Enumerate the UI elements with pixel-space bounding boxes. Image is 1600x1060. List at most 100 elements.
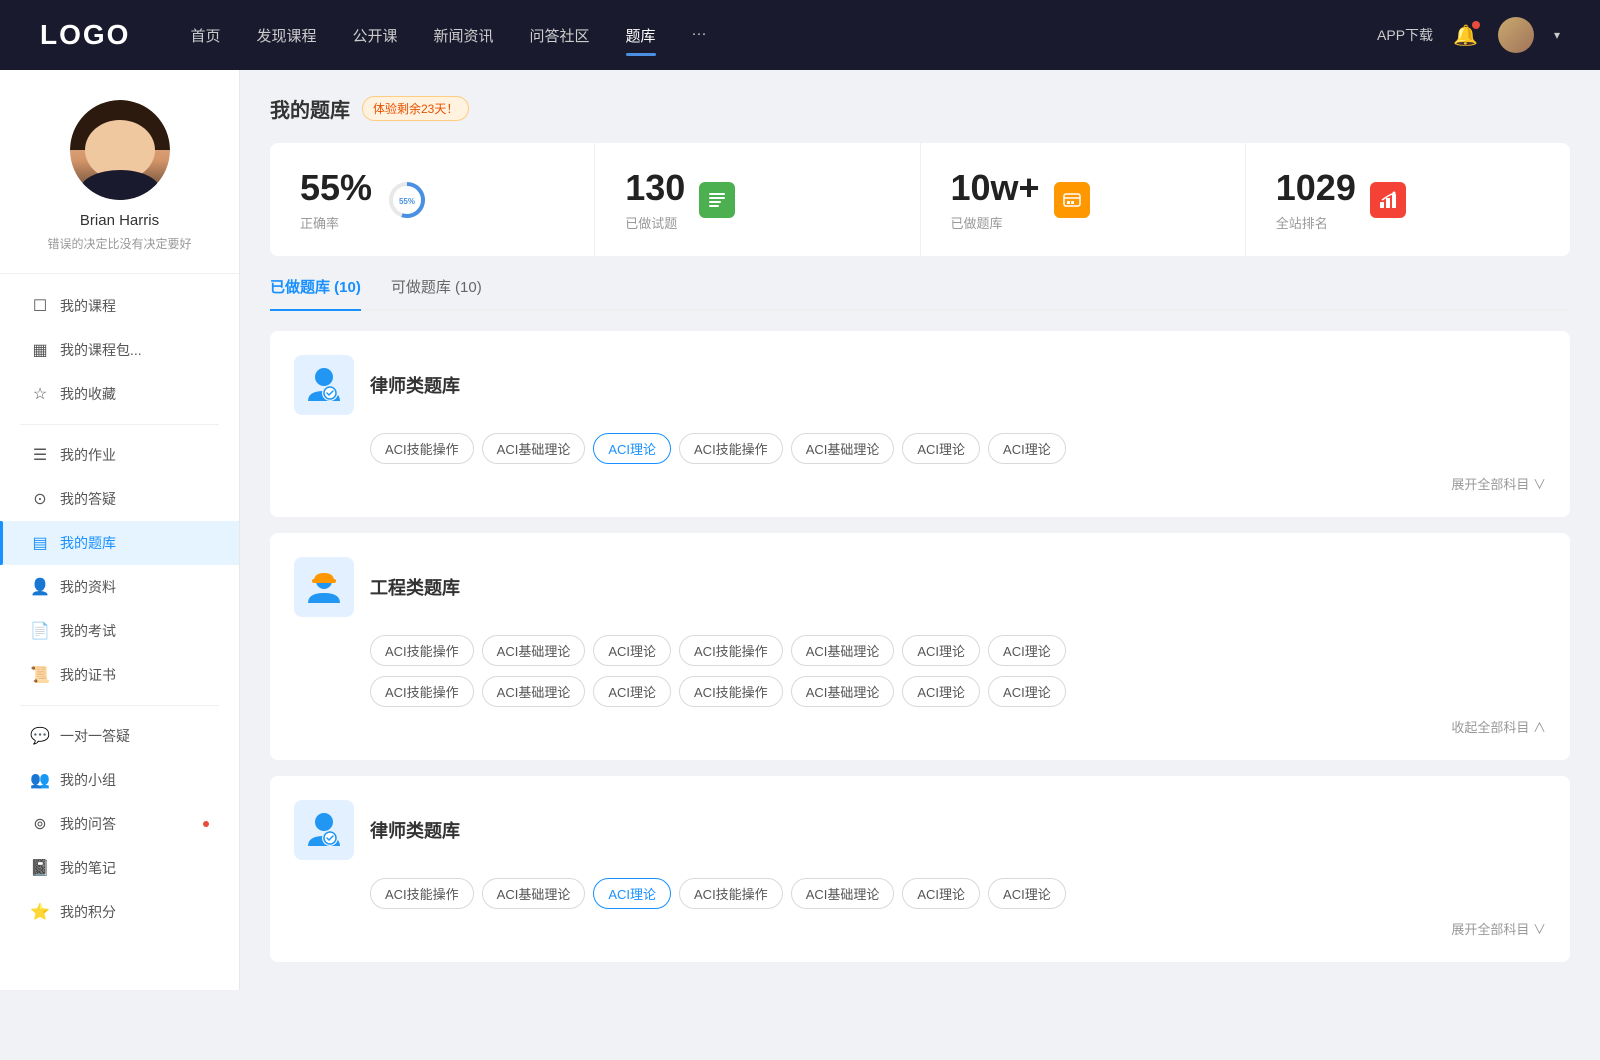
menu-label-group: 我的小组 [60,770,209,790]
menu-item-notes[interactable]: 📓 我的笔记 [0,846,239,890]
menu-label-answers: 我的答疑 [60,489,209,509]
navbar-logo: LOGO [40,19,130,51]
tag-lawyer-2-5[interactable]: ACI基础理论 [791,878,895,909]
stat-banks-label: 已做题库 [951,213,1040,232]
collapse-link-engineer[interactable]: 收起全部科目 ∧ [294,717,1546,736]
tag-lawyer-2-7[interactable]: ACI理论 [988,878,1066,909]
nav-home[interactable]: 首页 [190,21,220,50]
accuracy-chart: 55% [386,179,428,221]
tag-lawyer-2-2[interactable]: ACI基础理论 [482,878,586,909]
tag-engineer-1-3[interactable]: ACI理论 [593,635,671,666]
tag-engineer-1-5[interactable]: ACI基础理论 [791,635,895,666]
menu-item-points[interactable]: ⭐ 我的积分 [0,890,239,934]
tag-engineer-2-5[interactable]: ACI基础理论 [791,676,895,707]
stat-accuracy: 55% 正确率 55% [270,143,595,256]
profile-icon: 👤 [30,577,50,597]
menu-item-favorites[interactable]: ☆ 我的收藏 [0,372,239,416]
menu-label-qbank: 我的题库 [60,533,209,553]
navbar-nav: 首页 发现课程 公开课 新闻资讯 问答社区 题库 ··· [190,21,1377,50]
nav-news[interactable]: 新闻资讯 [434,21,494,50]
tag-engineer-2-6[interactable]: ACI理论 [902,676,980,707]
tag-engineer-2-1[interactable]: ACI技能操作 [370,676,474,707]
qbank-header-3: 律师类题库 [294,800,1546,860]
nav-qa[interactable]: 问答社区 [530,21,590,50]
nav-more[interactable]: ··· [692,21,707,50]
expand-link-lawyer-2[interactable]: 展开全部科目 ∨ [294,919,1546,938]
sidebar-menu: ☐ 我的课程 ▦ 我的课程包... ☆ 我的收藏 ☰ 我的作业 ⊙ 我的答疑 ▤ [0,274,239,944]
tag-engineer-2-4[interactable]: ACI技能操作 [679,676,783,707]
tab-done-banks[interactable]: 已做题库 (10) [270,276,361,309]
menu-label-profile: 我的资料 [60,577,209,597]
tab-available-banks[interactable]: 可做题库 (10) [391,276,482,309]
menu-divider-1 [20,424,219,425]
stat-questions-value: 130 [625,167,685,209]
tag-lawyer-1-7[interactable]: ACI理论 [988,433,1066,464]
avatar[interactable] [1498,17,1534,53]
profile-avatar [70,100,170,200]
notification-icon[interactable]: 🔔 [1453,23,1478,48]
qbank-header-2: 工程类题库 [294,557,1546,617]
banks-icon [1054,182,1090,218]
menu-item-homework[interactable]: ☰ 我的作业 [0,433,239,477]
tutoring-icon: 💬 [30,726,50,746]
tag-lawyer-1-2[interactable]: ACI基础理论 [482,433,586,464]
menu-label-tutoring: 一对一答疑 [60,726,209,746]
menu-item-questions[interactable]: ⊚ 我的问答 [0,802,239,846]
tag-engineer-2-3[interactable]: ACI理论 [593,676,671,707]
notes-icon: 📓 [30,858,50,878]
menu-item-qbank[interactable]: ▤ 我的题库 [0,521,239,565]
app-download-link[interactable]: APP下载 [1377,25,1433,45]
tag-engineer-1-6[interactable]: ACI理论 [902,635,980,666]
qbank-icon-engineer [294,557,354,617]
tag-lawyer-1-1[interactable]: ACI技能操作 [370,433,474,464]
tag-lawyer-2-6[interactable]: ACI理论 [902,878,980,909]
tag-engineer-1-2[interactable]: ACI基础理论 [482,635,586,666]
nav-discover[interactable]: 发现课程 [256,21,316,50]
homework-icon: ☰ [30,445,50,465]
menu-item-exam[interactable]: 📄 我的考试 [0,609,239,653]
nav-open-course[interactable]: 公开课 [352,21,397,50]
menu-label-course-package: 我的课程包... [60,340,209,360]
stat-questions-done: 130 已做试题 [595,143,920,256]
user-name: Brian Harris [80,212,159,229]
svg-text:55%: 55% [399,197,415,206]
tag-engineer-1-4[interactable]: ACI技能操作 [679,635,783,666]
tag-lawyer-1-6[interactable]: ACI理论 [902,433,980,464]
tag-lawyer-2-4[interactable]: ACI技能操作 [679,878,783,909]
stat-accuracy-value: 55% [300,167,372,209]
tag-lawyer-1-3-active[interactable]: ACI理论 [593,433,671,464]
tag-lawyer-2-3-active[interactable]: ACI理论 [593,878,671,909]
menu-item-profile[interactable]: 👤 我的资料 [0,565,239,609]
tag-engineer-1-7[interactable]: ACI理论 [988,635,1066,666]
tag-lawyer-1-5[interactable]: ACI基础理论 [791,433,895,464]
menu-label-questions: 我的问答 [60,814,189,834]
menu-item-certificate[interactable]: 📜 我的证书 [0,653,239,697]
menu-item-my-courses[interactable]: ☐ 我的课程 [0,284,239,328]
stat-rank-label: 全站排名 [1276,213,1356,232]
page-container: Brian Harris 错误的决定比没有决定要好 ☐ 我的课程 ▦ 我的课程包… [0,70,1600,990]
tag-lawyer-2-1[interactable]: ACI技能操作 [370,878,474,909]
qbank-icon-lawyer-1 [294,355,354,415]
rank-icon [1370,182,1406,218]
menu-item-answers[interactable]: ⊙ 我的答疑 [0,477,239,521]
user-menu-caret[interactable]: ▾ [1554,28,1560,42]
tag-engineer-2-7[interactable]: ACI理论 [988,676,1066,707]
tag-engineer-1-1[interactable]: ACI技能操作 [370,635,474,666]
group-icon: 👥 [30,770,50,790]
answers-icon: ⊙ [30,489,50,509]
course-package-icon: ▦ [30,340,50,360]
stat-rank-value: 1029 [1276,167,1356,209]
tag-engineer-2-2[interactable]: ACI基础理论 [482,676,586,707]
page-title-bar: 我的题库 体验剩余23天！ [270,94,1570,123]
menu-item-group[interactable]: 👥 我的小组 [0,758,239,802]
tag-lawyer-1-4[interactable]: ACI技能操作 [679,433,783,464]
tags-row-lawyer-2: ACI技能操作 ACI基础理论 ACI理论 ACI技能操作 ACI基础理论 AC… [370,878,1546,909]
nav-qbank[interactable]: 题库 [626,21,656,50]
qbank-card-lawyer-2: 律师类题库 ACI技能操作 ACI基础理论 ACI理论 ACI技能操作 ACI基… [270,776,1570,962]
navbar-right: APP下载 🔔 ▾ [1377,17,1560,53]
qbank-name-lawyer-2: 律师类题库 [370,817,460,843]
menu-item-tutoring[interactable]: 💬 一对一答疑 [0,714,239,758]
expand-link-lawyer-1[interactable]: 展开全部科目 ∨ [294,474,1546,493]
questions-icon: ⊚ [30,814,50,834]
menu-item-course-package[interactable]: ▦ 我的课程包... [0,328,239,372]
